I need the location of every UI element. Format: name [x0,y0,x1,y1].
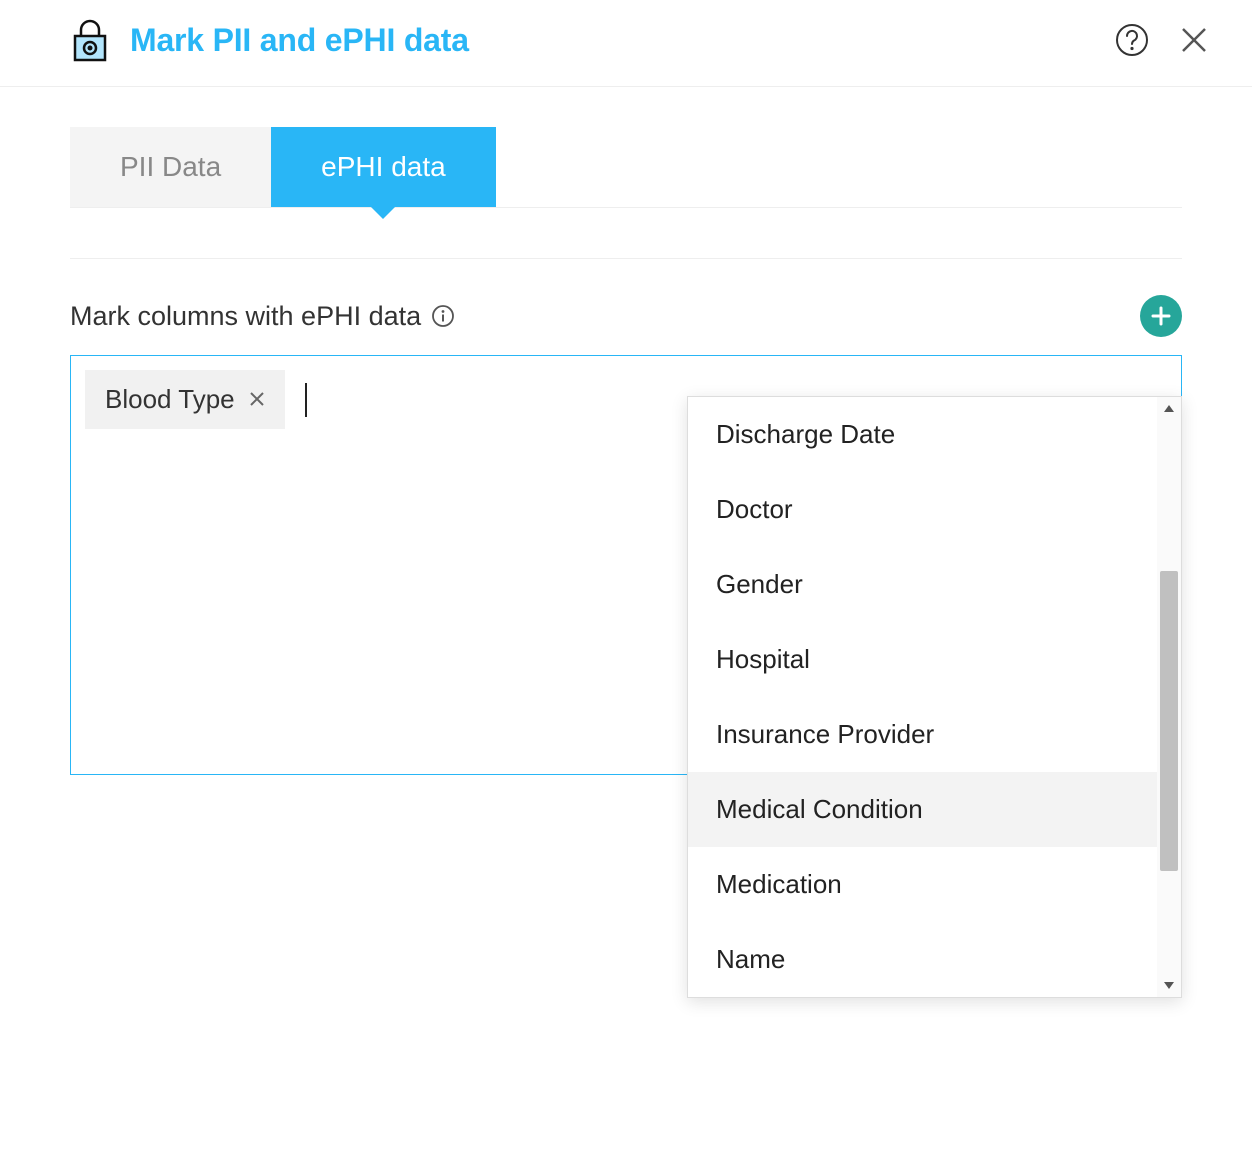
header-left: Mark PII and ePHI data [70,18,1114,62]
dropdown-item[interactable]: Name [688,922,1181,997]
chip-label: Blood Type [105,384,235,415]
tab-ephi-data[interactable]: ePHI data [271,127,496,207]
text-cursor [305,383,307,417]
dialog-header: Mark PII and ePHI data [0,0,1252,87]
tab-pii-data[interactable]: PII Data [70,127,271,207]
field-label-row: Mark columns with ePHI data [70,295,1182,337]
columns-tag-input[interactable]: Blood Type Discharge Date Doctor Gender … [70,355,1182,775]
help-icon[interactable] [1114,22,1150,58]
columns-dropdown: Discharge Date Doctor Gender Hospital In… [687,396,1182,998]
section-divider [70,258,1182,259]
dropdown-item-label: Discharge Date [716,419,895,449]
chip-remove-icon[interactable] [249,387,265,413]
dropdown-list: Discharge Date Doctor Gender Hospital In… [688,397,1181,997]
tab-label: PII Data [120,151,221,182]
dropdown-item-label: Doctor [716,494,793,524]
dropdown-item-label: Gender [716,569,803,599]
header-right [1114,22,1212,58]
tabs: PII Data ePHI data [70,127,1182,208]
add-button[interactable] [1140,295,1182,337]
scroll-up-icon[interactable] [1163,397,1175,421]
dropdown-item-label: Medication [716,869,842,899]
chip-blood-type[interactable]: Blood Type [85,370,285,429]
dropdown-item[interactable]: Gender [688,547,1181,622]
dropdown-item-label: Insurance Provider [716,719,934,749]
dialog-title: Mark PII and ePHI data [130,22,469,59]
dropdown-item[interactable]: Insurance Provider [688,697,1181,772]
info-icon[interactable] [431,304,455,328]
close-icon[interactable] [1176,22,1212,58]
dropdown-item-label: Medical Condition [716,794,923,824]
dropdown-item[interactable]: Medical Condition [688,772,1181,847]
scroll-track[interactable] [1157,421,1181,973]
scroll-down-icon[interactable] [1163,973,1175,997]
dropdown-item[interactable]: Doctor [688,472,1181,547]
dropdown-item[interactable]: Hospital [688,622,1181,697]
field-label: Mark columns with ePHI data [70,301,421,332]
lock-icon [70,18,110,62]
scroll-thumb[interactable] [1160,571,1178,871]
dropdown-item-label: Hospital [716,644,810,674]
dropdown-item-label: Name [716,944,785,974]
dropdown-item[interactable]: Medication [688,847,1181,922]
dropdown-scrollbar[interactable] [1157,397,1181,997]
tab-label: ePHI data [321,151,446,182]
dropdown-item[interactable]: Discharge Date [688,397,1181,472]
dialog-content: PII Data ePHI data Mark columns with ePH… [0,87,1252,775]
